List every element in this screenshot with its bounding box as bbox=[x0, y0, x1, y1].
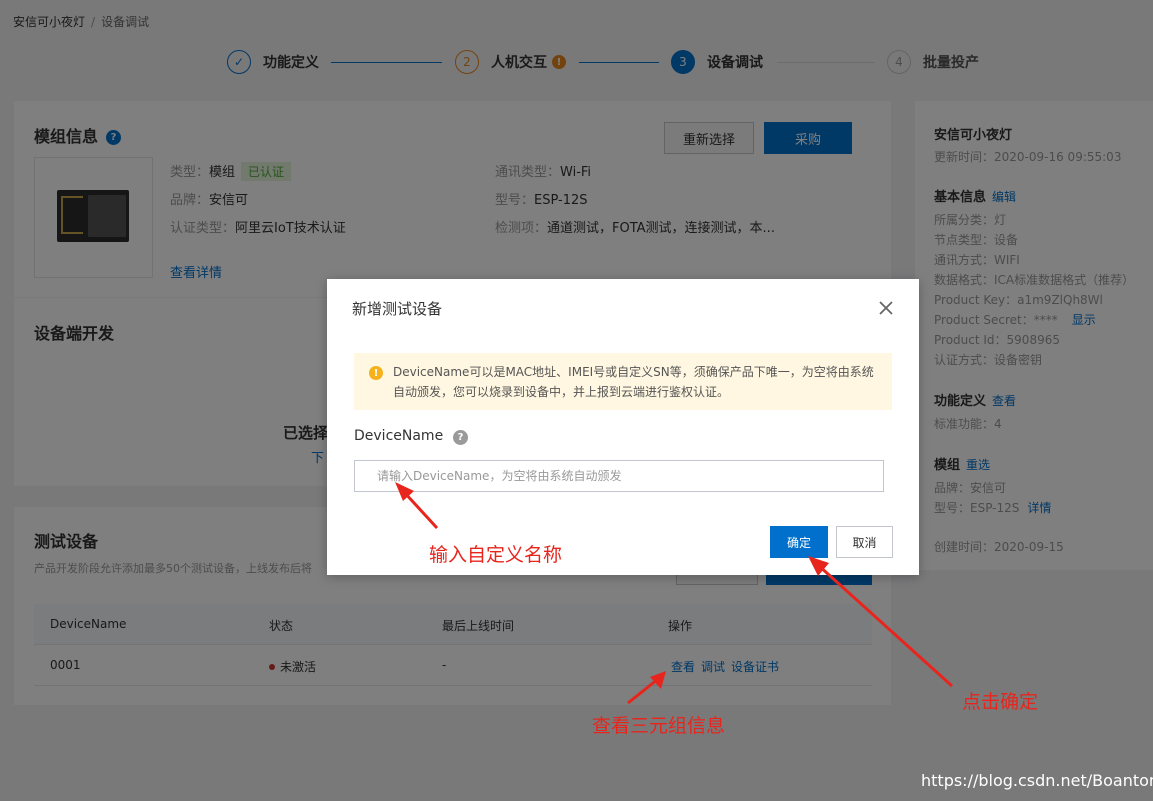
notice-box: ! DeviceName可以是MAC地址、IMEI号或自定义SN等，须确保产品下… bbox=[354, 353, 892, 410]
annotation-click-hint: 点击确定 bbox=[962, 691, 1039, 713]
watermark: https://blog.csdn.net/Boantong_ bbox=[921, 771, 1153, 790]
dialog-title: 新增测试设备 bbox=[352, 300, 443, 318]
notice-text: DeviceName可以是MAC地址、IMEI号或自定义SN等，须确保产品下唯一… bbox=[393, 365, 874, 399]
add-test-device-dialog: 新增测试设备 ! DeviceName可以是MAC地址、IMEI号或自定义SN等… bbox=[327, 279, 919, 575]
confirm-button[interactable]: 确定 bbox=[770, 526, 828, 558]
annotation-view-hint: 查看三元组信息 bbox=[592, 715, 726, 737]
warning-icon: ! bbox=[369, 366, 383, 380]
annotation-input-hint: 输入自定义名称 bbox=[429, 544, 563, 566]
device-name-label: DeviceName bbox=[354, 428, 444, 444]
cancel-button[interactable]: 取消 bbox=[836, 526, 893, 558]
help-icon[interactable]: ? bbox=[453, 430, 468, 445]
device-name-input[interactable] bbox=[354, 460, 884, 492]
close-icon[interactable] bbox=[875, 297, 897, 319]
